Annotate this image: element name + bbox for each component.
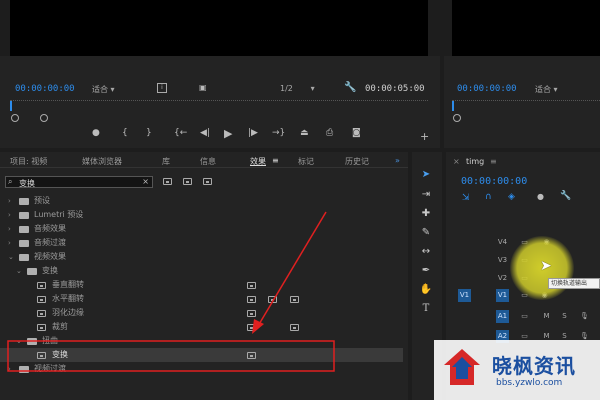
watermark-logo-icon	[444, 349, 480, 385]
watermark: 晓枫资讯 bbs.yzwlo.com	[434, 340, 600, 400]
annotation-arrowhead	[252, 319, 264, 334]
watermark-url: bbs.yzwlo.com	[496, 378, 563, 388]
watermark-brand: 晓枫资讯	[492, 354, 576, 378]
annotation-arrow-line	[257, 211, 327, 327]
annotation-highlight-box	[7, 340, 335, 372]
